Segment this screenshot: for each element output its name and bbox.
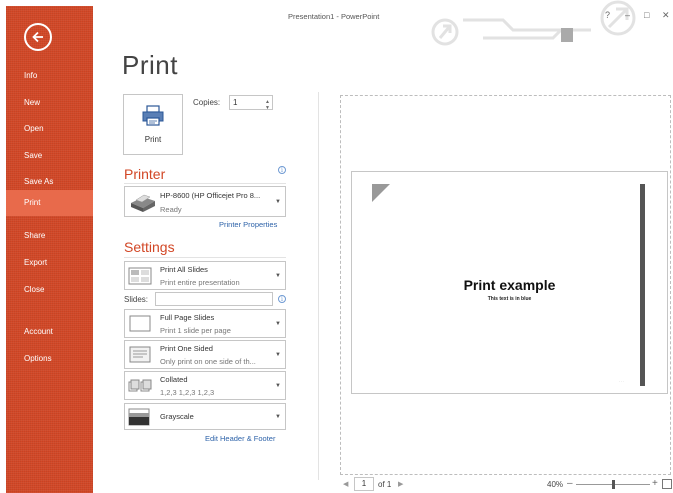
settings-section-title: Settings (124, 239, 175, 255)
chevron-down-icon: ▼ (275, 382, 281, 389)
sidebar-item-options[interactable]: Options (6, 346, 93, 372)
info-icon[interactable]: i (278, 166, 286, 174)
sidebar-item-info[interactable]: Info (6, 63, 93, 89)
window-title: Presentation1 - PowerPoint (288, 12, 380, 21)
slide-preview: Print example This text is in blue · · · (351, 171, 668, 394)
copies-input[interactable]: 1 ▲ ▼ (229, 95, 273, 111)
sidebar-item-share[interactable]: Share (6, 223, 93, 249)
zoom-out-button[interactable]: – (567, 478, 573, 489)
backstage-sidebar: Info New Open Save Save As Print Share E… (6, 6, 93, 493)
chevron-down-icon: ▼ (275, 320, 281, 327)
user-avatar-icon[interactable] (561, 28, 573, 42)
print-button-label: Print (144, 135, 162, 144)
collation-dropdown[interactable]: Collated 1,2,3 1,2,3 1,2,3 ▼ (124, 371, 286, 400)
sides-dropdown[interactable]: Print One Sided Only print on one side o… (124, 340, 286, 369)
sidebar-item-close[interactable]: Close (6, 277, 93, 303)
slide-subtitle: This text is in blue (487, 296, 532, 302)
printer-section-title: Printer (124, 166, 166, 182)
circuit-decoration-icon (431, 0, 636, 46)
color-dropdown[interactable]: Grayscale ▼ (124, 403, 286, 430)
back-arrow-icon (32, 31, 43, 43)
spin-down-icon[interactable]: ▼ (265, 102, 270, 115)
collation-subtitle: 1,2,3 1,2,3 1,2,3 (160, 388, 215, 397)
sides-title: Print One Sided (160, 344, 213, 353)
copies-label: Copies: (193, 98, 221, 107)
chevron-down-icon: ▼ (275, 351, 281, 358)
slides-input[interactable] (155, 292, 273, 306)
collation-title: Collated (160, 375, 188, 384)
title-bar: Presentation1 - PowerPoint ? – □ ✕ (93, 0, 673, 46)
info-icon[interactable]: i (278, 295, 286, 303)
zoom-slider-thumb[interactable] (612, 480, 615, 489)
section-divider (124, 257, 286, 258)
printer-dropdown[interactable]: HP-8600 (HP Officejet Pro 8... Ready ▼ (124, 186, 286, 217)
slide-footer: · · · (619, 379, 624, 383)
zoom-to-page-icon[interactable] (662, 479, 672, 489)
printer-properties-link[interactable]: Printer Properties (219, 220, 277, 229)
print-button[interactable]: Print (123, 94, 183, 155)
layout-title: Full Page Slides (160, 313, 215, 322)
collated-icon (128, 379, 152, 391)
help-button[interactable]: ? (605, 10, 610, 20)
maximize-button[interactable]: □ (644, 10, 649, 20)
copies-value: 1 (233, 98, 238, 107)
layout-dropdown[interactable]: Full Page Slides Print 1 slide per page … (124, 309, 286, 338)
zoom-in-button[interactable]: + (652, 478, 658, 489)
print-range-dropdown[interactable]: Print All Slides Print entire presentati… (124, 261, 286, 290)
back-button[interactable] (24, 23, 52, 51)
chevron-down-icon: ▼ (275, 413, 281, 420)
full-page-slide-icon (129, 315, 151, 331)
sidebar-item-print[interactable]: Print (6, 190, 93, 216)
sidebar-item-account[interactable]: Account (6, 319, 93, 345)
next-page-icon[interactable]: ▶ (398, 480, 403, 488)
printer-status: Ready (160, 205, 182, 214)
printer-icon (142, 105, 164, 126)
sides-subtitle: Only print on one side of th... (160, 357, 256, 366)
page-title: Print (122, 50, 178, 80)
grayscale-icon (128, 408, 150, 425)
printer-device-icon (131, 194, 155, 212)
one-sided-icon (129, 346, 151, 362)
slide-corner-decoration (372, 184, 390, 202)
page-count-label: of 1 (378, 480, 392, 489)
printer-name: HP-8600 (HP Officejet Pro 8... (160, 191, 261, 200)
sidebar-item-export[interactable]: Export (6, 250, 93, 276)
minimize-button[interactable]: – (625, 10, 630, 20)
print-range-title: Print All Slides (160, 265, 208, 274)
previous-page-icon[interactable]: ◀ (343, 480, 348, 488)
sidebar-item-open[interactable]: Open (6, 116, 93, 142)
all-slides-icon (128, 267, 152, 284)
color-title: Grayscale (160, 412, 194, 421)
zoom-level[interactable]: 40% (547, 480, 563, 489)
edit-header-footer-link[interactable]: Edit Header & Footer (205, 434, 275, 443)
sidebar-item-new[interactable]: New (6, 90, 93, 116)
close-button[interactable]: ✕ (662, 10, 670, 21)
layout-subtitle: Print 1 slide per page (160, 326, 231, 335)
page-number-input[interactable]: 1 (354, 477, 374, 491)
slides-label: Slides: (124, 295, 149, 304)
chevron-down-icon: ▼ (275, 272, 281, 279)
chevron-down-icon: ▼ (275, 198, 281, 205)
slide-title: Print example (463, 277, 556, 293)
panel-divider (318, 92, 319, 480)
slide-side-bar (640, 184, 645, 386)
print-range-subtitle: Print entire presentation (160, 278, 240, 287)
sidebar-item-save[interactable]: Save (6, 143, 93, 169)
section-divider (124, 183, 286, 184)
